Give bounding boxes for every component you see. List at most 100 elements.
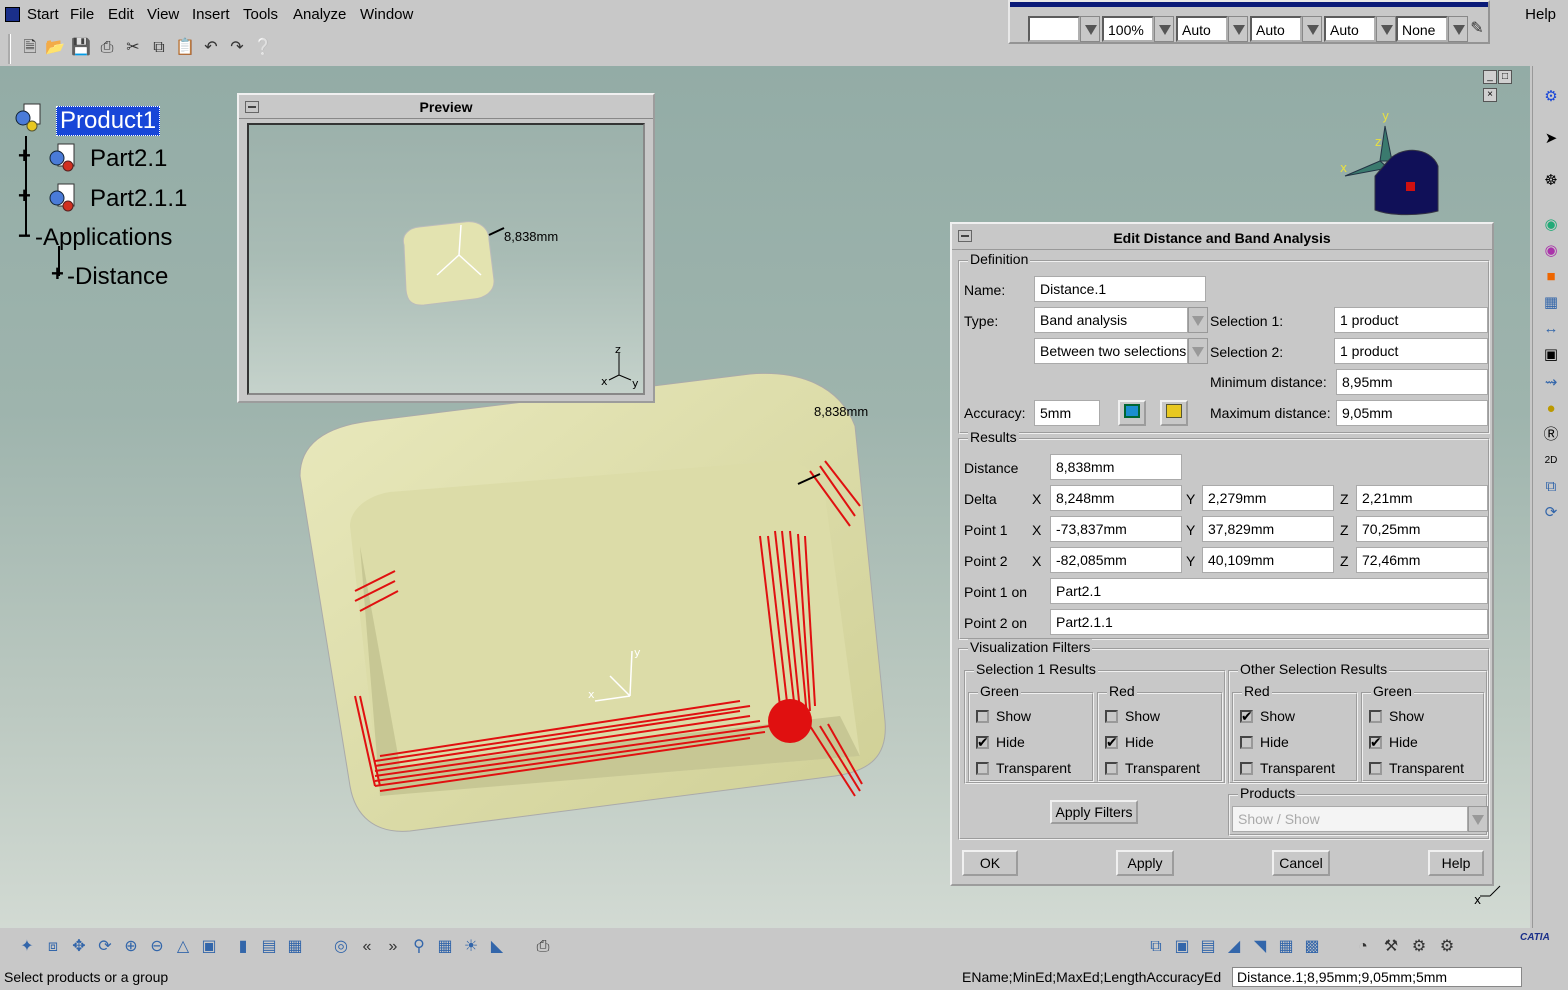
fit-all-in-icon[interactable]: ⧈: [42, 936, 64, 958]
gear-icon[interactable]: ⚙: [1408, 936, 1430, 958]
tree-node-applications[interactable]: -Applications: [35, 224, 172, 252]
menu-help[interactable]: Help: [1525, 6, 1556, 23]
menu-window[interactable]: Window: [360, 6, 413, 23]
save-icon[interactable]: 💾: [70, 37, 92, 59]
menu-start[interactable]: Start: [27, 6, 59, 23]
graph-tree-icon[interactable]: ▦: [1540, 292, 1562, 314]
min-distance-field[interactable]: 8,95mm: [1336, 369, 1488, 395]
swap-icon[interactable]: ▦: [284, 936, 306, 958]
other-green-hide-checkbox[interactable]: [1369, 734, 1382, 751]
sel1-red-hide-checkbox[interactable]: [1105, 734, 1118, 751]
point-icon[interactable]: ◥: [1249, 936, 1271, 958]
selection1-field[interactable]: 1 product: [1334, 307, 1488, 333]
normal-view-icon[interactable]: △: [172, 936, 194, 958]
sketch-icon[interactable]: ▣: [1171, 936, 1193, 958]
menu-edit[interactable]: Edit: [108, 6, 134, 23]
swap-visible-space-icon[interactable]: ⟳: [1540, 502, 1562, 524]
sel1-green-transparent-checkbox[interactable]: [976, 762, 989, 775]
existing-component-positioning-icon[interactable]: ◉: [1540, 240, 1562, 262]
lighting-icon[interactable]: ☀: [460, 936, 482, 958]
undo-icon[interactable]: ↶: [200, 37, 222, 59]
transparency-field[interactable]: 100%: [1102, 16, 1154, 42]
measure-between-icon[interactable]: ↔: [1540, 318, 1562, 340]
tree-node-distance[interactable]: -Distance: [67, 263, 168, 291]
surface-icon[interactable]: ▦: [1275, 936, 1297, 958]
expand-icon[interactable]: +: [18, 145, 32, 167]
line-type-field[interactable]: Auto: [1250, 16, 1302, 42]
line-thickness-field[interactable]: Auto: [1176, 16, 1228, 42]
zoom-out-icon[interactable]: ⊖: [146, 936, 168, 958]
point-type-field[interactable]: Auto: [1324, 16, 1376, 42]
accuracy-field[interactable]: 5mm: [1034, 400, 1100, 426]
workbench-icon[interactable]: ⚙: [1540, 86, 1562, 108]
apply-filters-button[interactable]: Apply Filters: [1050, 800, 1138, 824]
tree-node-product1[interactable]: Product1: [56, 106, 161, 136]
point-type-dropdown[interactable]: [1376, 16, 1396, 42]
other-green-transparent-checkbox[interactable]: [1369, 762, 1382, 775]
help-button[interactable]: Help: [1428, 850, 1484, 876]
grid-icon[interactable]: ▦: [434, 936, 456, 958]
other-red-hide-checkbox[interactable]: [1240, 736, 1253, 749]
sel1-green-show-checkbox[interactable]: [976, 710, 989, 723]
selection2-field[interactable]: 1 product: [1334, 338, 1488, 364]
expand-icon[interactable]: +: [18, 185, 32, 207]
cut-icon[interactable]: ✂: [122, 37, 144, 59]
target-icon[interactable]: ◎: [330, 936, 352, 958]
sel1-red-show-checkbox[interactable]: [1105, 710, 1118, 723]
2d-annotation-icon[interactable]: 2D: [1540, 450, 1562, 472]
display-icon-button[interactable]: [1118, 400, 1146, 426]
part-3d-view[interactable]: y x: [280, 366, 900, 846]
line-thickness-dropdown[interactable]: [1228, 16, 1248, 42]
line-type-dropdown[interactable]: [1302, 16, 1322, 42]
compass-icon[interactable]: y z x: [1330, 106, 1450, 221]
ok-button[interactable]: OK: [962, 850, 1018, 876]
expand-icon[interactable]: +: [51, 263, 65, 285]
measure-item-icon[interactable]: ▣: [1540, 344, 1562, 366]
open-folder-icon[interactable]: 📂: [44, 37, 66, 59]
paste-icon[interactable]: 📋: [174, 37, 196, 59]
tree-node-part2-1[interactable]: Part2.1: [90, 145, 167, 173]
mode-dropdown-icon[interactable]: [1188, 338, 1208, 364]
existing-component-icon[interactable]: ◉: [1540, 214, 1562, 236]
distance-analysis-icon[interactable]: ⇝: [1540, 372, 1562, 394]
replace-component-icon[interactable]: ■: [1540, 266, 1562, 288]
plane-icon[interactable]: ▤: [1197, 936, 1219, 958]
other-red-show-checkbox[interactable]: [1240, 708, 1253, 725]
print-preview-icon[interactable]: ⎙: [532, 936, 554, 958]
export-icon-button[interactable]: [1160, 400, 1188, 426]
minimize-icon[interactable]: _: [1483, 70, 1497, 84]
sel1-red-transparent-checkbox[interactable]: [1105, 762, 1118, 775]
type-dropdown-icon[interactable]: [1188, 307, 1208, 333]
next-icon[interactable]: »: [382, 936, 404, 958]
whats-this-help-icon[interactable]: ❔: [252, 37, 274, 59]
apply-button[interactable]: Apply: [1116, 850, 1174, 876]
depth-effect-icon[interactable]: ◣: [486, 936, 508, 958]
analysis-icon[interactable]: ◔: [1352, 936, 1374, 958]
solid-icon[interactable]: ▩: [1301, 936, 1323, 958]
preview-viewport[interactable]: 8,838mm z x y: [247, 123, 645, 395]
multiple-view-icon[interactable]: ⧉: [1540, 476, 1562, 498]
search-icon[interactable]: ⚲: [408, 936, 430, 958]
pan-icon[interactable]: ✥: [68, 936, 90, 958]
quick-view-icon[interactable]: ▣: [198, 936, 220, 958]
clash-icon[interactable]: ●: [1540, 398, 1562, 420]
power-input-field[interactable]: Distance.1;8,95mm;9,05mm;5mm: [1232, 967, 1522, 987]
other-green-show-checkbox[interactable]: [1369, 710, 1382, 723]
print-icon[interactable]: ⎙: [96, 37, 118, 59]
menu-view[interactable]: View: [147, 6, 179, 23]
format-painter-icon[interactable]: ✎: [1466, 18, 1488, 40]
redo-icon[interactable]: ↷: [226, 37, 248, 59]
menu-file[interactable]: File: [70, 6, 94, 23]
other-red-transparent-checkbox[interactable]: [1240, 762, 1253, 775]
view-mode-icon[interactable]: ▮: [232, 936, 254, 958]
line-icon[interactable]: ◢: [1223, 936, 1245, 958]
copy-icon[interactable]: ⧉: [148, 37, 170, 59]
color-field[interactable]: [1028, 16, 1080, 42]
hide-show-icon[interactable]: ▤: [258, 936, 280, 958]
type-combo[interactable]: Band analysis: [1034, 307, 1188, 333]
color-dropdown[interactable]: [1080, 16, 1100, 42]
new-document-icon[interactable]: 🗎: [19, 37, 41, 59]
sel1-green-hide-checkbox[interactable]: [976, 734, 989, 751]
menu-insert[interactable]: Insert: [192, 6, 230, 23]
layer-field[interactable]: None: [1396, 16, 1448, 42]
